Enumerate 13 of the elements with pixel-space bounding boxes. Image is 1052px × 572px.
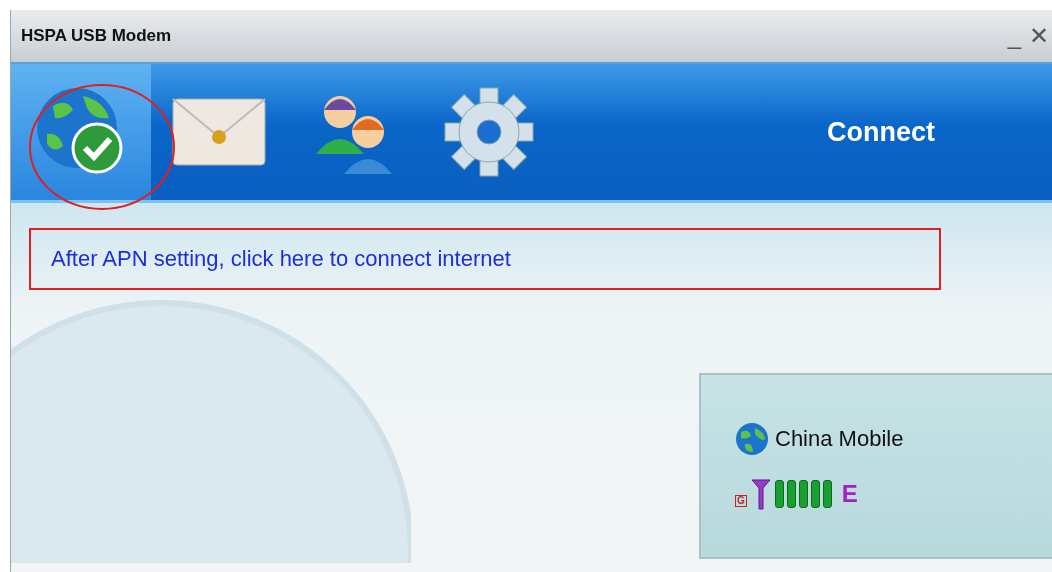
network-mode-label: E (841, 480, 858, 508)
globe-icon (735, 422, 769, 456)
operator-name: China Mobile (775, 426, 904, 452)
annotation-text: After APN setting, click here to connect internet (29, 228, 941, 290)
gear-icon (443, 87, 534, 177)
close-button[interactable]: ✕ (1025, 22, 1052, 50)
minimize-button[interactable]: _ (1003, 22, 1025, 50)
antenna-icon (750, 478, 771, 510)
connect-button[interactable]: Connect (821, 64, 941, 200)
toolbar-tab[interactable] (11, 64, 151, 200)
window-title: HSPA USB Modem (21, 26, 173, 46)
envelope-icon (170, 97, 267, 167)
signal-type-label: G (735, 495, 747, 507)
